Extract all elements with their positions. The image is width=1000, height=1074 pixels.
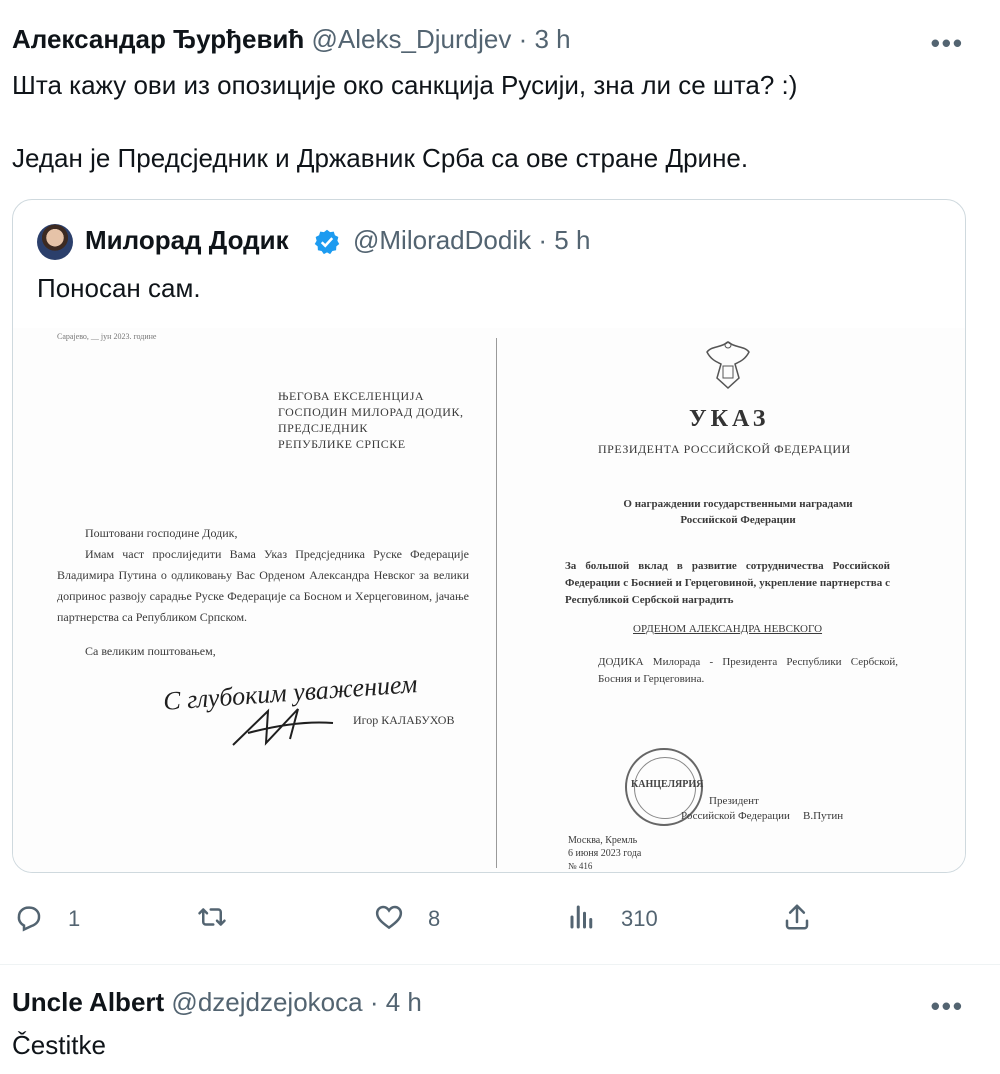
tweet-time[interactable]: 3 h	[534, 24, 570, 54]
reply-time[interactable]: 4 h	[386, 987, 422, 1017]
tweet-actions: 1 8 310	[0, 900, 1000, 940]
letter-addressee-line-1: ЊЕГОВА ЕКСЕЛЕНЦИЈА	[278, 389, 425, 403]
quoted-text: Поносан сам.	[37, 273, 201, 303]
stamp-text: КАНЦЕЛЯРИЯ	[631, 779, 704, 790]
quoted-tweet[interactable]: Милорад Додик @MiloradDodik · 5 h Поноса…	[12, 199, 966, 873]
retweet-button[interactable]	[196, 900, 256, 936]
main-tweet[interactable]: Александар Ђурђевић @Aleks_Djurdjev · 3 …	[0, 0, 1000, 964]
reply-count: 1	[68, 906, 81, 931]
quoted-separator: ·	[538, 225, 548, 255]
separator-dot: ·	[518, 24, 528, 54]
quoted-meta: @MiloradDodik · 5 h	[353, 225, 590, 256]
quoted-time[interactable]: 5 h	[554, 225, 590, 255]
letter-closing: Са великим поштовањем,	[85, 644, 216, 658]
quoted-author-handle[interactable]: @MiloradDodik	[353, 225, 531, 255]
reply-button[interactable]: 1	[14, 900, 94, 936]
views-button[interactable]: 310	[567, 900, 677, 936]
heart-icon	[375, 905, 403, 930]
letter-addressee-line-3: ПРЕДСЈЕДНИК	[278, 421, 368, 435]
decree-order: ОРДЕНОМ АЛЕКСАНДРА НЕВСКОГО	[633, 623, 823, 635]
reply-separator-dot: ·	[369, 987, 379, 1017]
decree-date: 6 июня 2023 года	[568, 848, 642, 859]
reply-more-options-icon[interactable]: •••	[931, 991, 964, 1022]
letter-greeting: Поштовани господине Додик,	[85, 526, 238, 540]
reply-icon	[17, 906, 41, 932]
signature-icon	[232, 708, 334, 746]
letter-signatory: Игор КАЛАБУХОВ	[353, 713, 455, 727]
share-icon	[785, 904, 809, 930]
quoted-avatar[interactable]	[37, 224, 73, 260]
views-count: 310	[621, 906, 658, 931]
letter-date: Сарајево, __ јун 2023. године	[57, 332, 157, 341]
page-divider	[496, 338, 497, 868]
more-options-icon[interactable]: •••	[931, 28, 964, 59]
decree-heading: О награждении государственными наградами…	[623, 498, 853, 526]
decree-sign-role-2: Российской Федерации	[681, 810, 790, 822]
reply-tweet[interactable]: Uncle Albert @dzejdzejokoca · 4 h ••• Če…	[0, 966, 1000, 1074]
letter-addressee-line-2: ГОСПОДИН МИЛОРАД ДОДИК,	[278, 405, 464, 419]
retweet-icon	[198, 908, 226, 926]
quoted-author-name[interactable]: Милорад Додик	[85, 225, 289, 256]
author-name[interactable]: Александар Ђурђевић	[12, 24, 304, 54]
tweet-text-line-2: Један је Предсједник и Државник Срба са …	[12, 143, 749, 173]
verified-badge-icon	[314, 229, 340, 255]
reply-author-name[interactable]: Uncle Albert	[12, 987, 164, 1017]
decree-body: За большой вклад в развитие сотрудничест…	[565, 560, 890, 606]
decree-subtitle: ПРЕЗИДЕНТА РОССИЙСКОЙ ФЕДЕРАЦИИ	[598, 442, 851, 456]
like-button[interactable]: 8	[374, 900, 454, 936]
decree-title: УКАЗ	[689, 406, 770, 432]
tweet-separator	[0, 964, 1000, 965]
like-count: 8	[428, 906, 441, 931]
letter-addressee-line-4: РЕПУБЛИКЕ СРПСКЕ	[278, 437, 406, 451]
decree-place: Москва, Кремль	[568, 835, 638, 846]
reply-header: Uncle Albert @dzejdzejokoca · 4 h	[12, 987, 422, 1018]
decree-sign-name: В.Путин	[803, 810, 844, 822]
views-chart-icon	[570, 905, 593, 929]
author-handle[interactable]: @Aleks_Djurdjev	[312, 24, 512, 54]
attached-document-image[interactable]: Сарајево, __ јун 2023. године ЊЕГОВА ЕКС…	[13, 328, 965, 872]
decree-number: № 416	[568, 861, 593, 871]
tweet-text-line-1: Шта кажу ови из опозиције око санкција Р…	[12, 70, 798, 100]
decree-sign-role-1: Президент	[709, 795, 759, 807]
reply-author-handle[interactable]: @dzejdzejokoca	[171, 987, 362, 1017]
decree-recipient: ДОДИКА Милорада - Президента Республики …	[598, 656, 898, 685]
reply-text: Čestitke	[12, 1030, 106, 1060]
share-button[interactable]	[782, 900, 822, 936]
coat-of-arms-icon	[706, 341, 750, 390]
letter-body: Имам част прослиједити Вама Указ Предсје…	[57, 547, 469, 624]
tweet-header: Александар Ђурђевић @Aleks_Djurdjev · 3 …	[12, 24, 571, 55]
